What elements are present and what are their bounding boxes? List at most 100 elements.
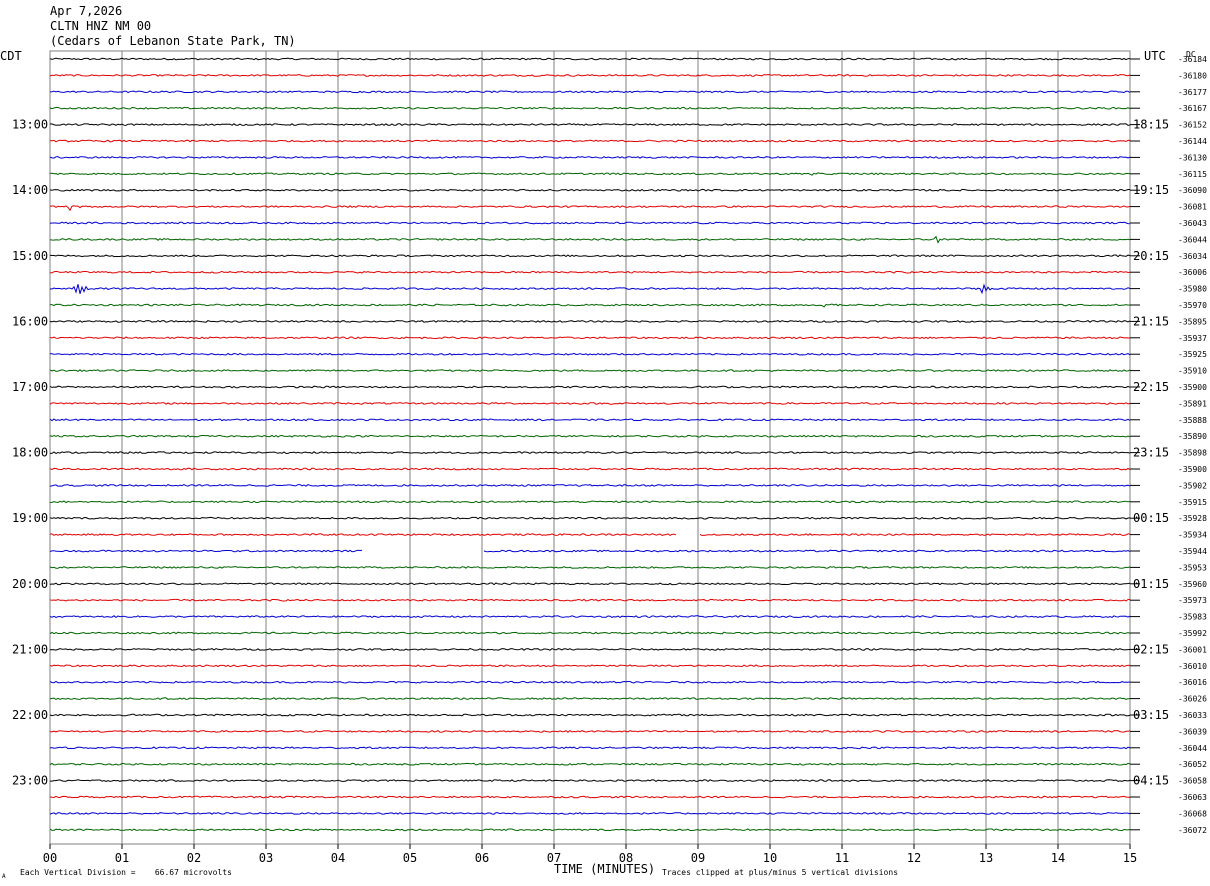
dc-offset-label: -35915: [1178, 498, 1207, 507]
left-hour-label: 19:00: [12, 511, 48, 525]
clip-note: Traces clipped at plus/minus 5 vertical …: [662, 868, 898, 877]
dc-offset-label: -35902: [1178, 481, 1207, 490]
trace-line: [49, 385, 1131, 389]
trace-line: [49, 828, 1131, 832]
dc-offset-label: -36043: [1178, 219, 1207, 228]
trace-line: [49, 680, 1131, 684]
seismogram-plot: CDT UTC DC 00 01 02 03 04 05 06 07 08 09 10 11 12 13 1…: [0, 49, 1207, 880]
trace-line: [49, 235, 1131, 244]
dc-offset-label: -36044: [1178, 235, 1207, 244]
trace-line: [49, 221, 1131, 225]
trace-line: [49, 664, 1130, 668]
trace-line: [49, 172, 1131, 176]
dc-offset-label: -35910: [1178, 367, 1207, 376]
trace-line: [49, 451, 1131, 455]
trace-line: [49, 729, 1131, 733]
trace-line: [49, 516, 1131, 520]
dc-offset-label: -35970: [1178, 301, 1207, 310]
left-hour-label: 13:00: [12, 118, 48, 132]
vertical-division-note: Each Vertical Division = 66.67 microvolt…: [20, 868, 232, 877]
left-hour-label: 22:00: [12, 708, 48, 722]
plot-frame: [49, 50, 1131, 845]
left-hour-label: 16:00: [12, 314, 48, 328]
dc-offset-label: -35960: [1178, 580, 1207, 589]
trace-line: [49, 74, 1131, 77]
dc-offset-label: -36016: [1178, 678, 1207, 687]
right-hour-label: 18:15: [1133, 118, 1169, 132]
x-tick-label: 10: [763, 851, 777, 865]
dc-offset-label: -35891: [1178, 399, 1207, 408]
left-hour-label: 23:00: [12, 774, 48, 788]
dc-offset-label: -36001: [1178, 645, 1207, 654]
left-hour-label: 20:00: [12, 577, 48, 591]
dc-offset-label: -35983: [1178, 613, 1207, 622]
trace-line: [49, 352, 1131, 356]
dc-offset-label: -35980: [1178, 285, 1207, 294]
x-tick-label: 14: [1051, 851, 1065, 865]
trace-line: [49, 549, 1131, 553]
x-tick-label: 01: [115, 851, 129, 865]
trace-line: [49, 303, 1131, 308]
x-tick-label: 13: [979, 851, 993, 865]
left-timezone-label: CDT: [0, 49, 22, 63]
x-tick-label: 11: [835, 851, 849, 865]
dc-offset-label: -36033: [1178, 711, 1207, 720]
right-hour-label: 01:15: [1133, 577, 1169, 591]
dc-offset-label: -36081: [1178, 203, 1207, 212]
label-group: 00 01 02 03 04 05 06 07 08 09 10 11 12 13 14 15-36184-3…: [12, 55, 1207, 865]
x-axis-title: TIME (MINUTES): [554, 862, 655, 876]
trace-line: [49, 369, 1131, 373]
trace-line: [49, 434, 1131, 438]
trace-line: [49, 762, 1131, 766]
trace-line: [49, 565, 1131, 569]
dc-offset-label: -36177: [1178, 88, 1207, 97]
x-tick-label: 12: [907, 851, 921, 865]
dc-offset-label: -35900: [1178, 465, 1207, 474]
x-tick-label: 05: [403, 851, 417, 865]
dc-offset-label: -35895: [1178, 317, 1207, 326]
x-tick-label: 00: [43, 851, 57, 865]
time-grid: [49, 50, 1131, 849]
dc-offset-label: -35944: [1178, 547, 1207, 556]
right-hour-label: 03:15: [1133, 708, 1169, 722]
dc-offset-label: -36180: [1178, 71, 1207, 80]
dc-offset-label: -36167: [1178, 104, 1207, 113]
right-timezone-label: UTC: [1144, 49, 1166, 63]
trace-line: [49, 697, 1130, 701]
dc-offset-label: -35953: [1178, 563, 1207, 572]
dc-offset-label: -36144: [1178, 137, 1207, 146]
dc-offset-label: -36184: [1178, 55, 1207, 64]
dc-offset-label: -35934: [1178, 531, 1207, 540]
left-hour-label: 17:00: [12, 380, 48, 394]
dc-offset-label: -35890: [1178, 432, 1207, 441]
right-hour-label: 04:15: [1133, 774, 1169, 788]
trace-line: [49, 90, 1131, 94]
trace-line: [50, 779, 1131, 783]
trace-line: [49, 615, 1131, 619]
trace-line: [49, 57, 1131, 61]
dc-offset-label: -36058: [1178, 777, 1207, 786]
dc-offset-label: -36072: [1178, 826, 1207, 835]
trace-line: [49, 188, 1130, 192]
x-tick-label: 02: [187, 851, 201, 865]
right-hour-label: 23:15: [1133, 446, 1169, 460]
trace-line: [49, 467, 1131, 471]
dc-offset-label: -36115: [1178, 170, 1207, 179]
trace-line: [49, 401, 1131, 405]
left-hour-label: 14:00: [12, 183, 48, 197]
dc-offset-label: -36006: [1178, 268, 1207, 277]
trace-line: [49, 418, 1131, 422]
dc-offset-label: -35992: [1178, 629, 1207, 638]
trace-line: [49, 631, 1131, 635]
corner-mark: A: [2, 873, 6, 880]
right-hour-label: 19:15: [1133, 183, 1169, 197]
dc-offset-label: -36130: [1178, 153, 1207, 162]
dc-offset-label: -35888: [1178, 416, 1207, 425]
right-hour-label: 20:15: [1133, 249, 1169, 263]
x-tick-label: 06: [475, 851, 489, 865]
right-hour-label: 02:15: [1133, 642, 1169, 656]
x-tick-label: 09: [691, 851, 705, 865]
trace-line: [49, 582, 1131, 586]
trace-line: [49, 533, 1130, 536]
left-hour-label: 15:00: [12, 249, 48, 263]
